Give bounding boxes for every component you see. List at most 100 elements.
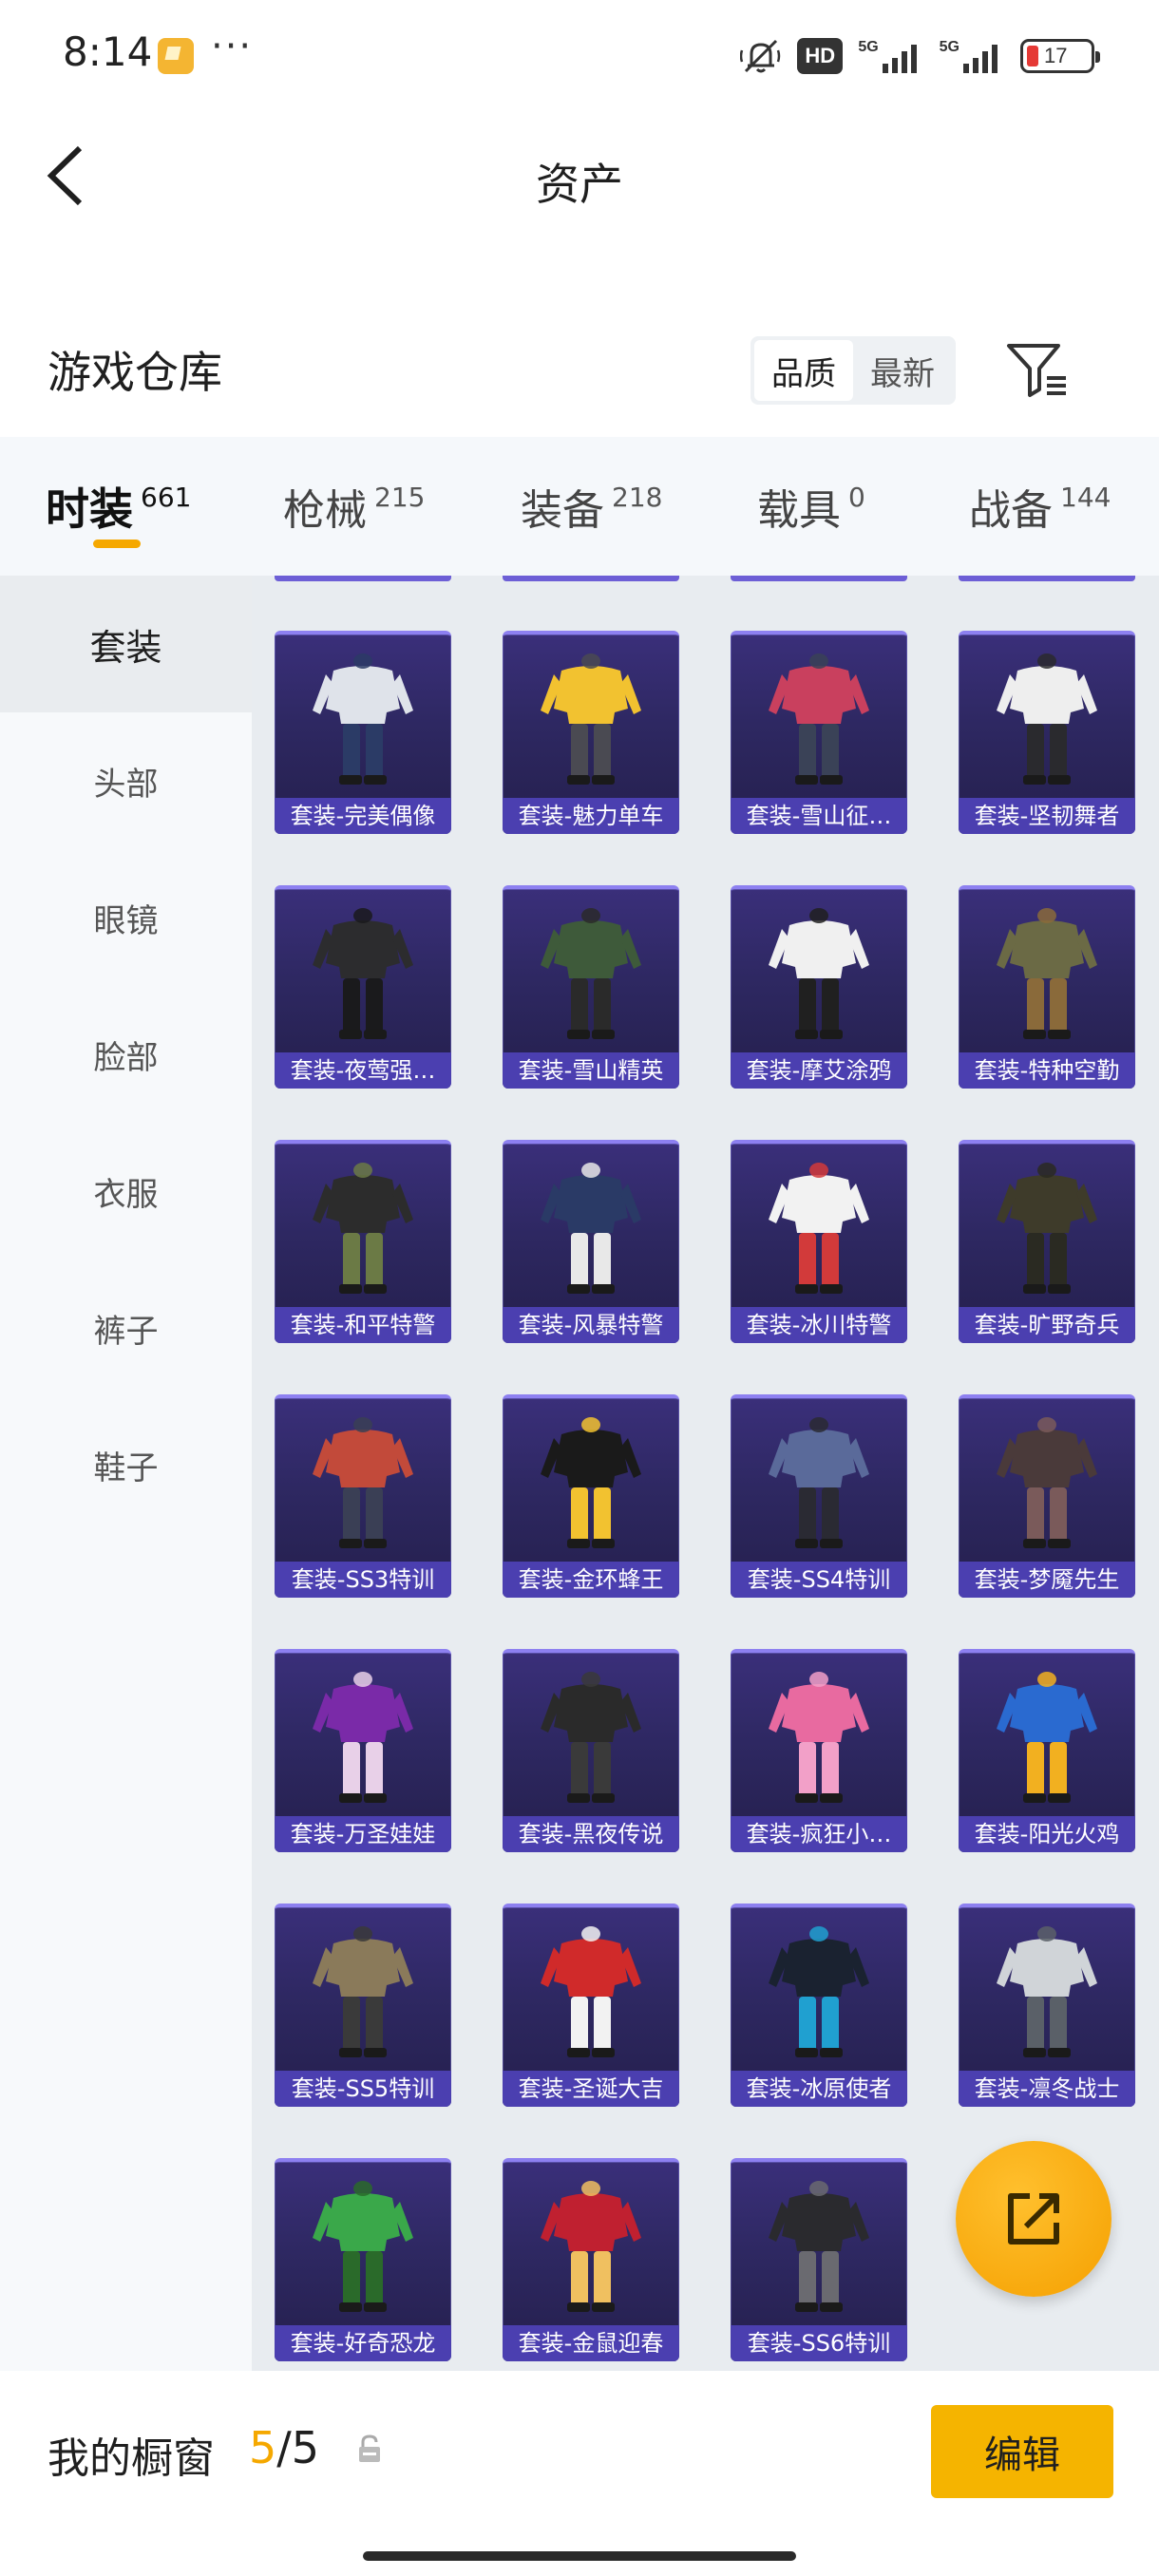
card-edge-above bbox=[275, 576, 451, 581]
sidebar-item-clothes[interactable]: 衣服 bbox=[0, 1123, 252, 1260]
outfit-card[interactable]: 套装-金鼠迎春 bbox=[503, 2158, 679, 2361]
outfit-card[interactable]: 套装-特种空勤 bbox=[959, 885, 1135, 1089]
outfit-card[interactable]: 套装-冰川特警 bbox=[731, 1140, 907, 1343]
notification-app-icon bbox=[158, 38, 194, 74]
outfit-name: 套装-阳光火鸡 bbox=[959, 1816, 1135, 1852]
outfit-card[interactable]: 套装-旷野奇兵 bbox=[959, 1140, 1135, 1343]
outfit-card[interactable]: 套装-和平特警 bbox=[275, 1140, 451, 1343]
sidebar-item-face[interactable]: 脸部 bbox=[0, 986, 252, 1123]
category-tabs: 时装 661 枪械 215 装备 218 载具 0 战备 144 bbox=[0, 437, 1159, 576]
sort-toggle: 品质 最新 bbox=[750, 336, 956, 405]
outfit-name: 套装-金鼠迎春 bbox=[503, 2325, 679, 2361]
tab-equipment[interactable]: 装备 218 bbox=[521, 437, 662, 576]
outfit-card[interactable]: 套装-阳光火鸡 bbox=[959, 1649, 1135, 1852]
outfit-card[interactable]: 套装-雪山精英 bbox=[503, 885, 679, 1089]
outfit-card[interactable]: 套装-摩艾涂鸦 bbox=[731, 885, 907, 1089]
outfit-thumbnail bbox=[313, 1926, 413, 2057]
outfit-card[interactable]: 套装-坚韧舞者 bbox=[959, 631, 1135, 834]
outfit-card[interactable]: 套装-SS5特训 bbox=[275, 1904, 451, 2107]
outfit-name: 套装-摩艾涂鸦 bbox=[731, 1052, 907, 1089]
outfit-card[interactable]: 套装-风暴特警 bbox=[503, 1140, 679, 1343]
network-type-label: 5G bbox=[939, 39, 960, 55]
outfit-thumbnail bbox=[997, 1926, 1097, 2057]
tab-count: 144 bbox=[1060, 481, 1112, 513]
outfit-card[interactable]: 套装-夜莺强… bbox=[275, 885, 451, 1089]
home-indicator[interactable] bbox=[363, 2551, 796, 2561]
outfit-card[interactable]: 套装-圣诞大吉 bbox=[503, 1904, 679, 2107]
outfit-thumbnail bbox=[997, 653, 1097, 785]
sidebar-item-pants[interactable]: 裤子 bbox=[0, 1260, 252, 1396]
page-title: 资产 bbox=[536, 159, 623, 210]
sidebar-item-head[interactable]: 头部 bbox=[0, 712, 252, 849]
outfit-thumbnail bbox=[313, 1417, 413, 1548]
battery-level bbox=[1027, 46, 1038, 66]
tab-supplies[interactable]: 战备 144 bbox=[969, 437, 1111, 576]
outfit-name: 套装-SS3特训 bbox=[275, 1562, 451, 1598]
outfit-thumbnail bbox=[541, 2181, 641, 2312]
outfit-card[interactable]: 套装-金环蜂王 bbox=[503, 1394, 679, 1598]
outfit-name: 套装-圣诞大吉 bbox=[503, 2071, 679, 2107]
outfit-name: 套装-坚韧舞者 bbox=[959, 798, 1135, 834]
warehouse-title: 游戏仓库 bbox=[48, 347, 222, 398]
outfit-card[interactable]: 套装-SS3特训 bbox=[275, 1394, 451, 1598]
sort-by-quality[interactable]: 品质 bbox=[754, 340, 853, 401]
outfit-name: 套装-完美偶像 bbox=[275, 798, 451, 834]
showcase-bar: 我的橱窗 5/5 编辑 bbox=[0, 2371, 1159, 2576]
filter-button[interactable] bbox=[1005, 340, 1070, 401]
outfit-card[interactable]: 套装-冰原使者 bbox=[731, 1904, 907, 2107]
outfit-card[interactable]: 套装-万圣娃娃 bbox=[275, 1649, 451, 1852]
outfit-card[interactable]: 套装-完美偶像 bbox=[275, 631, 451, 834]
outfit-thumbnail bbox=[769, 908, 869, 1039]
outfit-name: 套装-风暴特警 bbox=[503, 1307, 679, 1343]
outfit-name: 套装-冰川特警 bbox=[731, 1307, 907, 1343]
outfit-thumbnail bbox=[769, 1163, 869, 1294]
outfit-card[interactable]: 套装-好奇恐龙 bbox=[275, 2158, 451, 2361]
outfit-thumbnail bbox=[541, 1417, 641, 1548]
lock-icon bbox=[359, 2434, 380, 2462]
outfit-card[interactable]: 套装-凛冬战士 bbox=[959, 1904, 1135, 2107]
outfit-card[interactable]: 套装-SS6特训 bbox=[731, 2158, 907, 2361]
outfit-thumbnail bbox=[997, 908, 1097, 1039]
sort-by-newest[interactable]: 最新 bbox=[853, 340, 952, 401]
outfit-thumbnail bbox=[313, 653, 413, 785]
active-tab-indicator bbox=[93, 540, 141, 548]
showcase-count: 5/5 bbox=[249, 2422, 319, 2473]
showcase-total: 5 bbox=[291, 2422, 320, 2473]
outfit-card[interactable]: 套装-梦魇先生 bbox=[959, 1394, 1135, 1598]
tab-fashion[interactable]: 时装 661 bbox=[46, 437, 191, 576]
showcase-separator: / bbox=[276, 2422, 292, 2473]
tab-count: 215 bbox=[374, 481, 426, 513]
network-type-label: 5G bbox=[858, 39, 879, 55]
card-edge-above bbox=[959, 576, 1135, 581]
outfit-name: 套装-黑夜传说 bbox=[503, 1816, 679, 1852]
tab-count: 218 bbox=[612, 481, 663, 513]
sidebar-item-glasses[interactable]: 眼镜 bbox=[0, 849, 252, 986]
outfit-name: 套装-特种空勤 bbox=[959, 1052, 1135, 1089]
signal-5g-2-icon: 5G bbox=[940, 39, 1005, 73]
tab-firearms[interactable]: 枪械 215 bbox=[283, 437, 425, 576]
outfit-thumbnail bbox=[997, 1672, 1097, 1803]
showcase-current: 5 bbox=[249, 2422, 277, 2473]
outfit-name: 套装-SS4特训 bbox=[731, 1562, 907, 1598]
outfit-card[interactable]: 套装-雪山征… bbox=[731, 631, 907, 834]
outfit-thumbnail bbox=[313, 1672, 413, 1803]
sidebar-item-shoes[interactable]: 鞋子 bbox=[0, 1396, 252, 1533]
status-indicators: HD 5G 5G 17 bbox=[740, 34, 1100, 78]
status-time: 8:14 bbox=[63, 28, 153, 75]
tab-label: 枪械 bbox=[283, 486, 367, 535]
outfit-thumbnail bbox=[769, 1417, 869, 1548]
outfit-card[interactable]: 套装-SS4特训 bbox=[731, 1394, 907, 1598]
outfit-card[interactable]: 套装-黑夜传说 bbox=[503, 1649, 679, 1852]
outfit-thumbnail bbox=[769, 653, 869, 785]
tab-vehicles[interactable]: 载具 0 bbox=[757, 437, 865, 576]
battery-icon: 17 bbox=[1020, 39, 1100, 73]
warehouse-header: 游戏仓库 品质 最新 bbox=[0, 313, 1159, 427]
outfit-card[interactable]: 套装-疯狂小… bbox=[731, 1649, 907, 1852]
sidebar-item-outfits[interactable]: 套装 bbox=[0, 576, 252, 712]
share-external-icon bbox=[1008, 2193, 1059, 2245]
edit-button[interactable]: 编辑 bbox=[931, 2405, 1113, 2498]
hd-voice-icon: HD bbox=[797, 38, 844, 74]
share-button[interactable] bbox=[956, 2141, 1112, 2297]
outfit-card[interactable]: 套装-魅力单车 bbox=[503, 631, 679, 834]
outfit-name: 套装-夜莺强… bbox=[275, 1052, 451, 1089]
